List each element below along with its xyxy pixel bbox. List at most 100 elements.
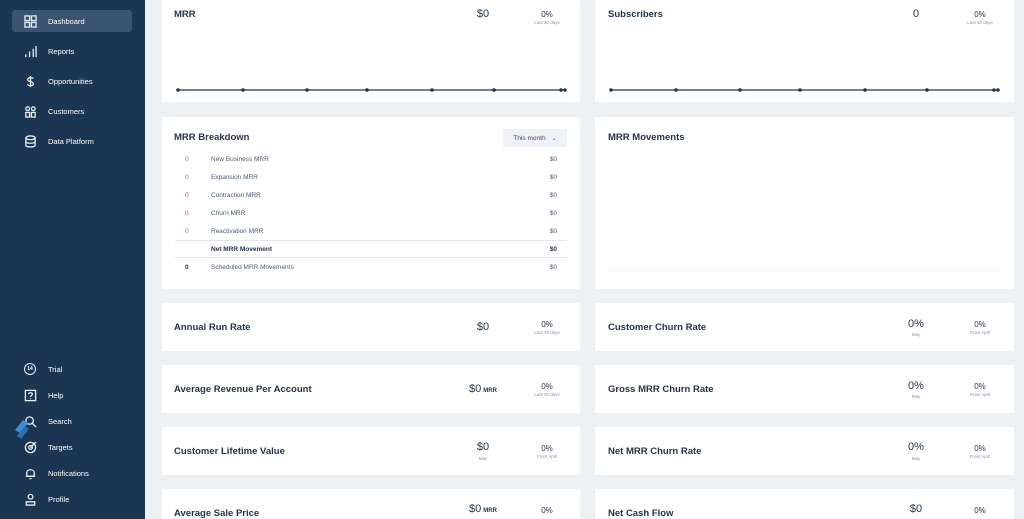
row-count: 0 <box>185 156 189 163</box>
nav-notifications[interactable]: Notifications <box>12 462 132 484</box>
arr-pct: 0% <box>541 320 553 329</box>
trial-badge-icon: 14 <box>23 362 37 376</box>
arpa-pct-caption: Last 30 days <box>534 392 560 397</box>
row-count: 0 <box>185 192 189 199</box>
mrr-value: $0 <box>476 8 490 20</box>
row-label: Contraction MRR <box>211 192 261 199</box>
cust-churn-pct: 0% <box>974 320 986 329</box>
ltv-pct: 0% <box>541 444 553 453</box>
nav-label: Trial <box>48 364 63 374</box>
app-logo-icon[interactable] <box>11 416 33 440</box>
cash-flow-value: $0 <box>909 503 923 515</box>
nav-label: Reports <box>48 46 75 56</box>
arr-pct-caption: Last 30 days <box>534 330 560 335</box>
dashboard-icon <box>23 14 37 28</box>
net-churn-card[interactable]: Net MRR Churn Rate 0% May 0% From April <box>595 427 1014 475</box>
trial-badge: 14 <box>24 363 36 375</box>
nav-data-platform[interactable]: Data Platform <box>12 130 132 152</box>
arpa-card[interactable]: Average Revenue Per Account $0 MRR 0% Las… <box>162 365 580 413</box>
customer-churn-card[interactable]: Customer Churn Rate 0% May 0% From April <box>595 303 1014 351</box>
net-churn-pct: 0% <box>974 444 986 453</box>
breakdown-row[interactable]: 0 New Business MRR $0 <box>175 151 567 169</box>
card-title: Average Revenue Per Account <box>174 384 312 395</box>
card-title: Average Sale Price <box>174 508 260 519</box>
subscribers-value: 0 <box>912 8 920 20</box>
cust-churn-pct-caption: From April <box>969 330 991 335</box>
card-title: MRR Movements <box>608 132 685 143</box>
row-label: New Business MRR <box>211 156 269 163</box>
subscribers-pct-caption: Last 30 days <box>967 20 993 25</box>
nav-label: Notifications <box>48 468 89 478</box>
net-churn-value: 0% <box>908 441 924 453</box>
nav-customers[interactable]: Customers <box>12 100 132 122</box>
nav-label: Targets <box>48 442 73 452</box>
bar-chart-icon <box>23 44 37 58</box>
gross-churn-value: 0% <box>908 380 924 392</box>
mrr-movements-card: MRR Movements <box>595 117 1014 289</box>
breakdown-row[interactable]: 0 Contraction MRR $0 <box>175 187 567 205</box>
breakdown-row[interactable]: 0 Reactivation MRR $0 <box>175 223 567 241</box>
chart-baseline <box>608 270 1000 271</box>
card-title: Annual Run Rate <box>174 322 251 333</box>
chevron-down-icon: ⌄ <box>551 135 557 142</box>
mrr-pct-caption: Last 30 days <box>534 20 560 25</box>
card-title: Net Cash Flow <box>608 508 674 519</box>
annual-run-rate-card[interactable]: Annual Run Rate $0 0% Last 30 days <box>162 303 580 351</box>
row-count: 0 <box>185 210 189 217</box>
card-title: Gross MRR Churn Rate <box>608 384 714 395</box>
row-amount: $0 <box>549 228 557 235</box>
nav-trial[interactable]: 14 Trial <box>12 358 132 380</box>
card-title: Customer Churn Rate <box>608 322 707 333</box>
mrr-sparkline <box>176 88 567 92</box>
arpa-pct: 0% <box>541 382 553 391</box>
nav-help[interactable]: Help <box>12 384 132 406</box>
row-amount: $0 <box>549 246 557 253</box>
arr-value: $0 <box>476 321 490 333</box>
row-amount: $0 <box>549 174 557 181</box>
subscribers-pct: 0% <box>974 10 986 19</box>
period-dropdown-label: This month <box>513 134 546 142</box>
nav-dashboard[interactable]: Dashboard <box>12 10 132 32</box>
card-title: Customer Lifetime Value <box>174 446 285 457</box>
net-churn-pct-caption: From April <box>969 454 991 459</box>
sidebar: Dashboard Reports Opportunities Customer… <box>0 0 145 519</box>
row-amount: $0 <box>549 156 557 163</box>
gross-churn-value-caption: May <box>911 394 921 399</box>
row-count: 0 <box>185 264 189 271</box>
row-label: Reactivation MRR <box>211 228 264 235</box>
nav-label: Opportunities <box>48 76 93 86</box>
arpa-amount: $0 <box>469 383 482 395</box>
breakdown-row[interactable]: 0 Scheduled MRR Movements $0 <box>175 259 567 277</box>
gross-churn-card[interactable]: Gross MRR Churn Rate 0% May 0% From Apri… <box>595 365 1014 413</box>
nav-label: Dashboard <box>48 16 85 26</box>
ltv-card[interactable]: Customer Lifetime Value $0 May 0% From A… <box>162 427 580 475</box>
average-sale-price-card[interactable]: Average Sale Price $0 MRR 0% <box>162 489 580 519</box>
breakdown-row[interactable]: 0 Expansion MRR $0 <box>175 169 567 187</box>
cust-churn-value: 0% <box>908 318 924 330</box>
row-label: Expansion MRR <box>211 174 258 181</box>
card-title: MRR Breakdown <box>174 132 250 143</box>
row-label: Churn MRR <box>211 210 246 217</box>
gross-churn-pct: 0% <box>974 382 986 391</box>
cust-churn-value-caption: May <box>911 332 921 337</box>
target-icon <box>23 440 37 454</box>
bell-icon <box>23 466 37 480</box>
row-label: Net MRR Movement <box>211 246 273 253</box>
nav-label: Search <box>48 416 72 426</box>
card-title: Subscribers <box>608 9 663 20</box>
net-cash-flow-card[interactable]: Net Cash Flow $0 0% <box>595 489 1014 519</box>
customers-icon <box>23 104 37 118</box>
cash-flow-pct: 0% <box>974 506 986 515</box>
database-icon <box>23 134 37 148</box>
nav-reports[interactable]: Reports <box>12 40 132 62</box>
nav-label: Help <box>48 390 64 400</box>
row-amount: $0 <box>549 210 557 217</box>
nav-profile[interactable]: Profile <box>12 488 132 510</box>
ltv-pct-caption: From April <box>536 454 558 459</box>
gross-churn-pct-caption: From April <box>969 392 991 397</box>
nav-opportunities[interactable]: Opportunities <box>12 70 132 92</box>
breakdown-total-row: Net MRR Movement $0 <box>175 240 567 258</box>
period-dropdown[interactable]: This month ⌄ <box>503 129 567 147</box>
breakdown-row[interactable]: 0 Churn MRR $0 <box>175 205 567 223</box>
help-icon <box>23 388 37 402</box>
